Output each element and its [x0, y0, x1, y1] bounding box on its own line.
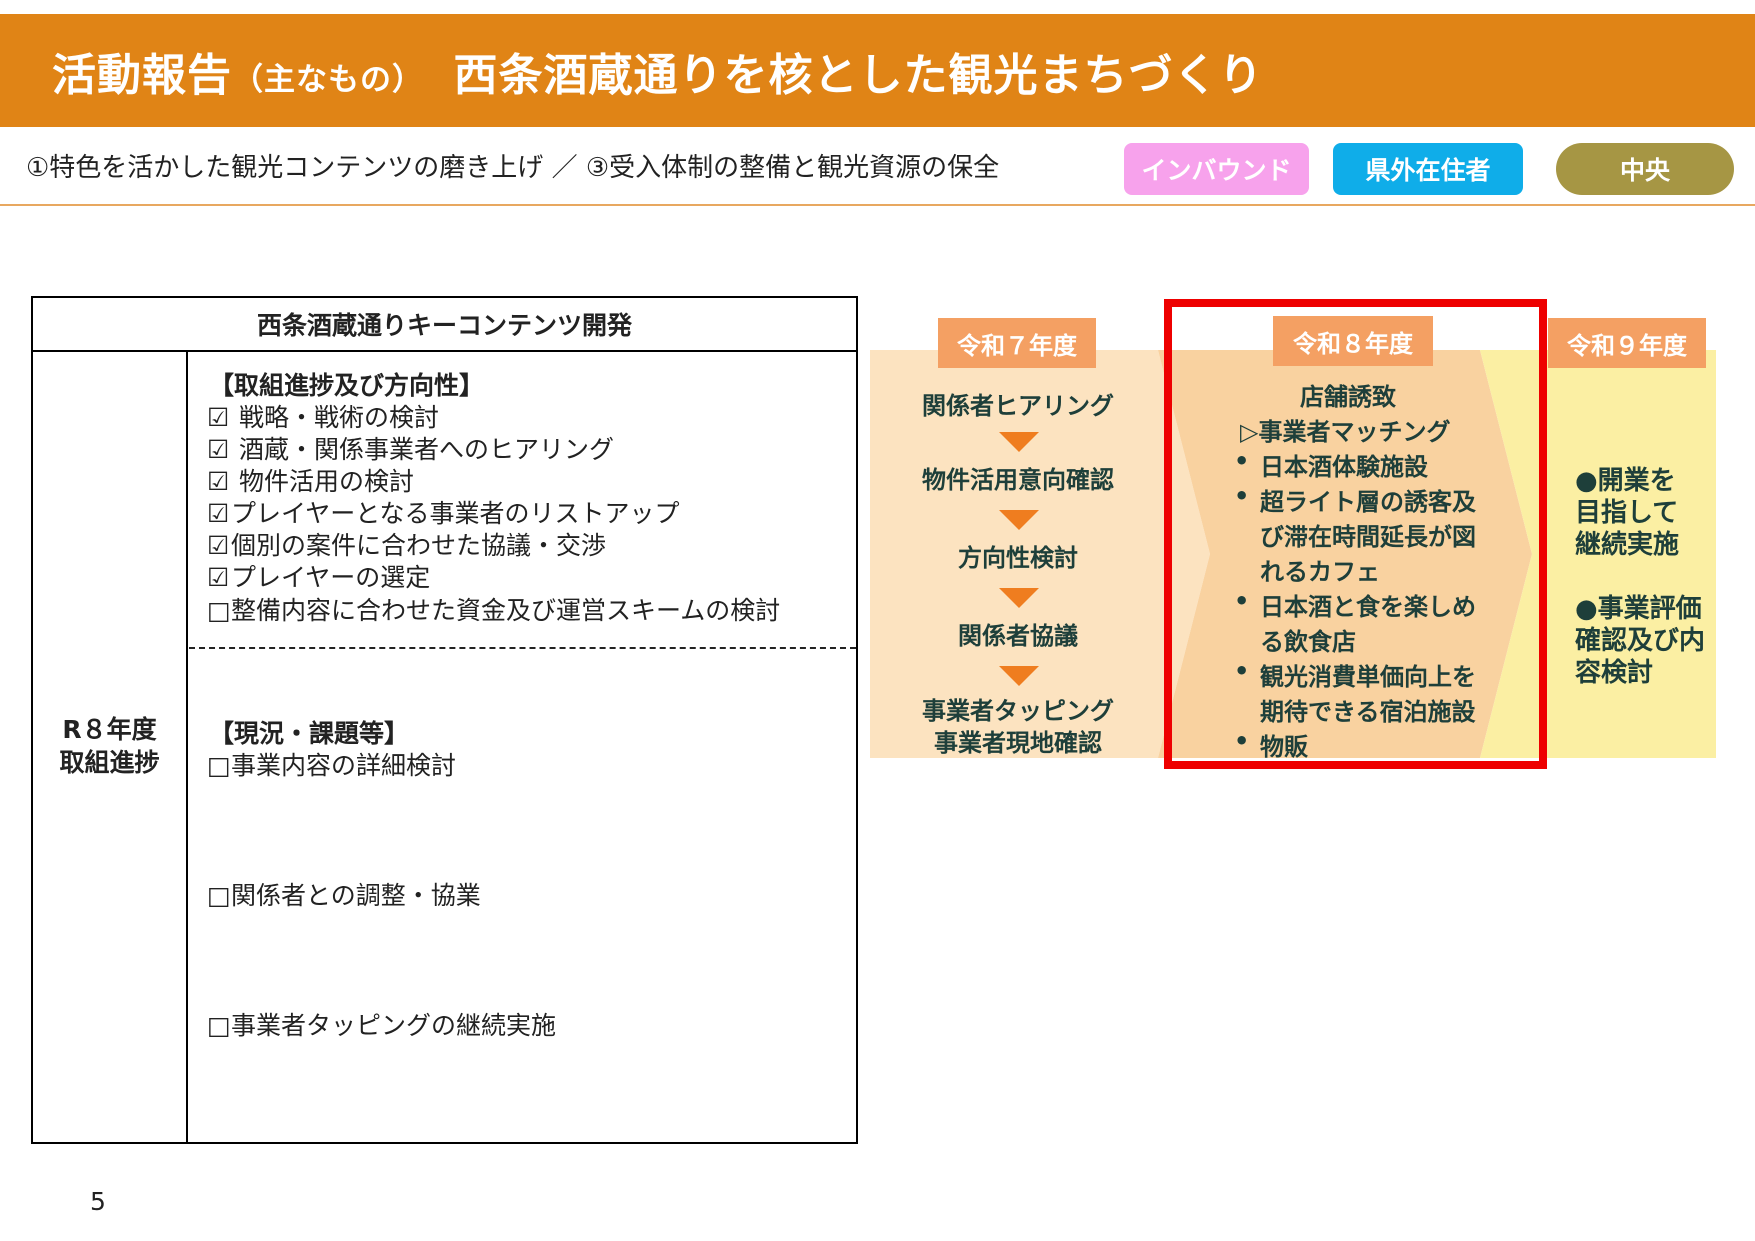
r7-step: 物件活用意向確認: [922, 466, 1114, 494]
r7-step: 方向性検討: [958, 544, 1078, 572]
r9-line: ●事業評価: [1575, 594, 1702, 624]
r9-line: 確認及び内: [1575, 626, 1706, 656]
r7-step: 関係者ヒアリング: [922, 392, 1114, 420]
down-arrow-icon: [999, 588, 1039, 608]
down-arrow-icon: [999, 510, 1039, 530]
r9-line: 目指して: [1575, 498, 1679, 528]
down-arrow-icon: [999, 432, 1039, 452]
year-label-r7: 令和７年度: [938, 318, 1096, 368]
r7-step: 関係者協議: [958, 622, 1078, 650]
r9-line: 容検討: [1575, 658, 1654, 688]
r9-line: ●開業を: [1575, 466, 1676, 496]
down-arrow-icon: [999, 666, 1039, 686]
page-number: 5: [90, 1187, 106, 1216]
r9-line: 継続実施: [1575, 530, 1680, 560]
r7-step-last-line1: 事業者タッピング: [922, 697, 1114, 725]
r7-step-last-line2: 事業者現地確認: [934, 729, 1102, 757]
year-label-r9: 令和９年度: [1548, 318, 1706, 368]
highlight-frame: [1164, 299, 1547, 769]
